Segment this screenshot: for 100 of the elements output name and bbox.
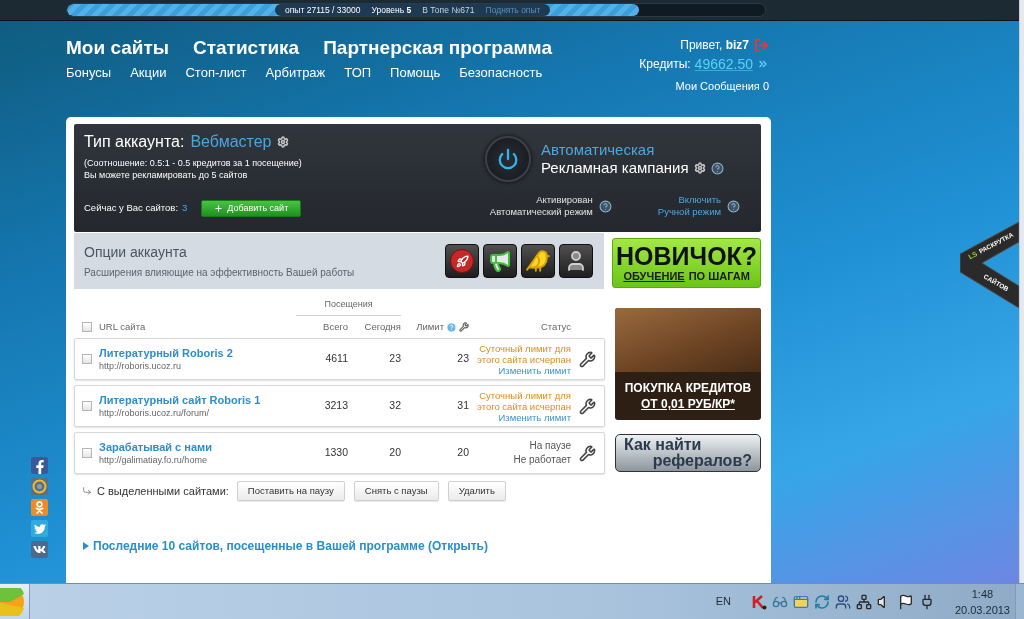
sites-label: Сейчас у Вас сайтов: bbox=[84, 201, 179, 216]
wrench-icon[interactable] bbox=[579, 444, 596, 462]
column-header: Всего bbox=[323, 319, 348, 334]
site-title-link[interactable]: Литературный сайт Roboris 1 bbox=[99, 393, 261, 407]
table-cell: 23 bbox=[457, 351, 469, 367]
checkbox[interactable] bbox=[82, 401, 92, 411]
window-icon[interactable] bbox=[792, 593, 809, 610]
banner-text: ПО ШАГАМ bbox=[688, 269, 750, 283]
credits-label: Кредиты: bbox=[639, 56, 691, 73]
bulk-action-button[interactable]: Удалить bbox=[447, 481, 506, 501]
bulk-action-button[interactable]: Снять с паузы bbox=[353, 481, 439, 501]
sub-nav-link[interactable]: Стоп-лист bbox=[185, 64, 247, 81]
site-url: http://roboris.ucoz.ru/forum/ bbox=[99, 407, 210, 419]
odnoklassniki-icon[interactable] bbox=[31, 499, 48, 516]
bulk-actions-label: С выделенными сайтами: bbox=[97, 483, 229, 499]
sub-nav-link[interactable]: Акции bbox=[130, 64, 167, 81]
clock[interactable]: 1:48 20.03.2013 bbox=[954, 585, 1010, 618]
chevrons-right-icon[interactable] bbox=[757, 58, 769, 70]
table-cell: 4611 bbox=[325, 351, 348, 367]
status-text: Не работает bbox=[513, 453, 571, 467]
banner-title: ПОКУПКА КРЕДИТОВ bbox=[624, 380, 752, 396]
people-icon[interactable] bbox=[834, 593, 851, 610]
sub-nav-link[interactable]: Арбитраж bbox=[265, 64, 326, 81]
banner-title: Как найти bbox=[624, 437, 702, 453]
table-cell: 32 bbox=[389, 398, 401, 414]
add-site-button[interactable]: Добавить сайт bbox=[201, 200, 302, 217]
banner-title: НОВИЧОК? bbox=[616, 243, 758, 269]
checkbox[interactable] bbox=[82, 322, 92, 332]
recent-sites-link[interactable]: Последние 10 сайтов, посещенные в Вашей программе (Открыть) bbox=[74, 538, 605, 554]
option-button[interactable] bbox=[521, 244, 556, 278]
vk-icon[interactable] bbox=[31, 541, 48, 558]
option-button[interactable] bbox=[559, 244, 594, 278]
checkbox[interactable] bbox=[82, 448, 92, 458]
status-text: Суточный лимит для этого сайта исчерпан bbox=[476, 389, 571, 412]
table-cell: 20 bbox=[457, 445, 469, 461]
wrench-icon[interactable] bbox=[579, 350, 596, 368]
table-cell: 31 bbox=[457, 398, 469, 414]
column-header: Сегодня bbox=[364, 319, 401, 334]
main-nav-link[interactable]: Партнерская программа bbox=[323, 36, 552, 60]
change-limit-link[interactable]: Изменить лимит bbox=[498, 364, 571, 376]
greeting-text: Привет, biz7 bbox=[680, 37, 749, 54]
power-button[interactable] bbox=[485, 136, 531, 182]
table-cell: 1330 bbox=[324, 445, 348, 461]
twitter-icon[interactable] bbox=[31, 520, 48, 537]
option-button[interactable] bbox=[483, 244, 518, 278]
help-icon[interactable] bbox=[727, 199, 740, 213]
mode-link[interactable]: Ручной режим bbox=[657, 206, 721, 218]
facebook-icon[interactable] bbox=[31, 457, 48, 474]
sub-nav-link[interactable]: ТОП bbox=[344, 64, 372, 81]
change-limit-link[interactable]: Изменить лимит bbox=[498, 411, 571, 423]
help-icon[interactable] bbox=[710, 161, 724, 175]
column-header: Лимит bbox=[416, 319, 444, 334]
column-header: URL сайта bbox=[99, 319, 146, 334]
site-title-link[interactable]: Зарабатывай с нами bbox=[99, 440, 212, 454]
mode-link[interactable]: Включить bbox=[678, 194, 721, 206]
credits-banner[interactable]: ПОКУПКА КРЕДИТОВ ОТ 0,01 РУБ/КР* bbox=[615, 308, 761, 420]
mode-text: Автоматический режим bbox=[489, 206, 593, 218]
flag-icon[interactable] bbox=[897, 593, 914, 610]
bulk-action-button[interactable]: Поставить на паузу bbox=[236, 481, 345, 501]
scrollbar[interactable] bbox=[1019, 0, 1024, 583]
account-type-link[interactable]: Вебмастер bbox=[190, 132, 272, 152]
power-icon bbox=[497, 148, 519, 170]
site-url: http://roboris.ucoz.ru bbox=[99, 360, 182, 372]
column-group-header: Посещения bbox=[296, 295, 401, 316]
status-text: На паузе bbox=[529, 439, 571, 453]
banner-link: ОБУЧЕНИЕ bbox=[623, 269, 685, 283]
sub-nav-link[interactable]: Бонусы bbox=[66, 64, 112, 81]
network-icon[interactable] bbox=[855, 593, 872, 610]
sub-nav-link[interactable]: Помощь bbox=[390, 64, 441, 81]
target-icon[interactable] bbox=[31, 478, 48, 495]
plus-icon bbox=[214, 204, 224, 213]
rocket-icon bbox=[450, 249, 475, 273]
start-button[interactable] bbox=[0, 584, 30, 619]
wrench-icon[interactable] bbox=[459, 322, 469, 332]
table-cell: 23 bbox=[389, 351, 401, 367]
messages-link[interactable]: Мои Сообщения 0 bbox=[675, 78, 769, 94]
main-nav-link[interactable]: Статистика bbox=[193, 36, 300, 60]
options-description: Расширения влияющие на эффективность Вашей работы bbox=[84, 266, 355, 279]
referrals-banner[interactable]: Как найти рефералов? bbox=[615, 434, 761, 472]
wrench-icon[interactable] bbox=[579, 397, 596, 415]
main-nav-link[interactable]: Мои сайты bbox=[66, 36, 169, 60]
raise-experience-link[interactable]: Поднять опыт bbox=[485, 4, 541, 16]
site-title-link[interactable]: Литературный Roboris 2 bbox=[99, 346, 233, 360]
banner-link: ОТ 0,01 РУБ/КР* bbox=[641, 396, 735, 412]
settings-icon[interactable] bbox=[693, 162, 706, 174]
column-header: Статус bbox=[540, 319, 571, 334]
option-button[interactable] bbox=[445, 244, 480, 278]
checkbox[interactable] bbox=[82, 354, 92, 364]
mode-text: Активирован bbox=[536, 194, 593, 206]
account-type-label: Тип аккаунта: bbox=[84, 132, 185, 152]
table-cell: 20 bbox=[389, 445, 401, 461]
language-indicator[interactable]: EN bbox=[715, 593, 731, 610]
beginner-banner[interactable]: НОВИЧОК? ОБУЧЕНИЕ ПО ШАГАМ bbox=[612, 238, 761, 288]
help-icon[interactable] bbox=[598, 199, 612, 213]
promo-ribbon[interactable] bbox=[960, 222, 1019, 308]
site-url: http://galimatiay.fo.ru/home bbox=[99, 454, 207, 466]
sub-nav-link[interactable]: Безопасность bbox=[459, 64, 543, 81]
settings-icon[interactable] bbox=[277, 136, 290, 148]
k-logo-icon[interactable] bbox=[750, 593, 767, 610]
campaign-subtitle: Рекламная кампания bbox=[541, 159, 689, 177]
